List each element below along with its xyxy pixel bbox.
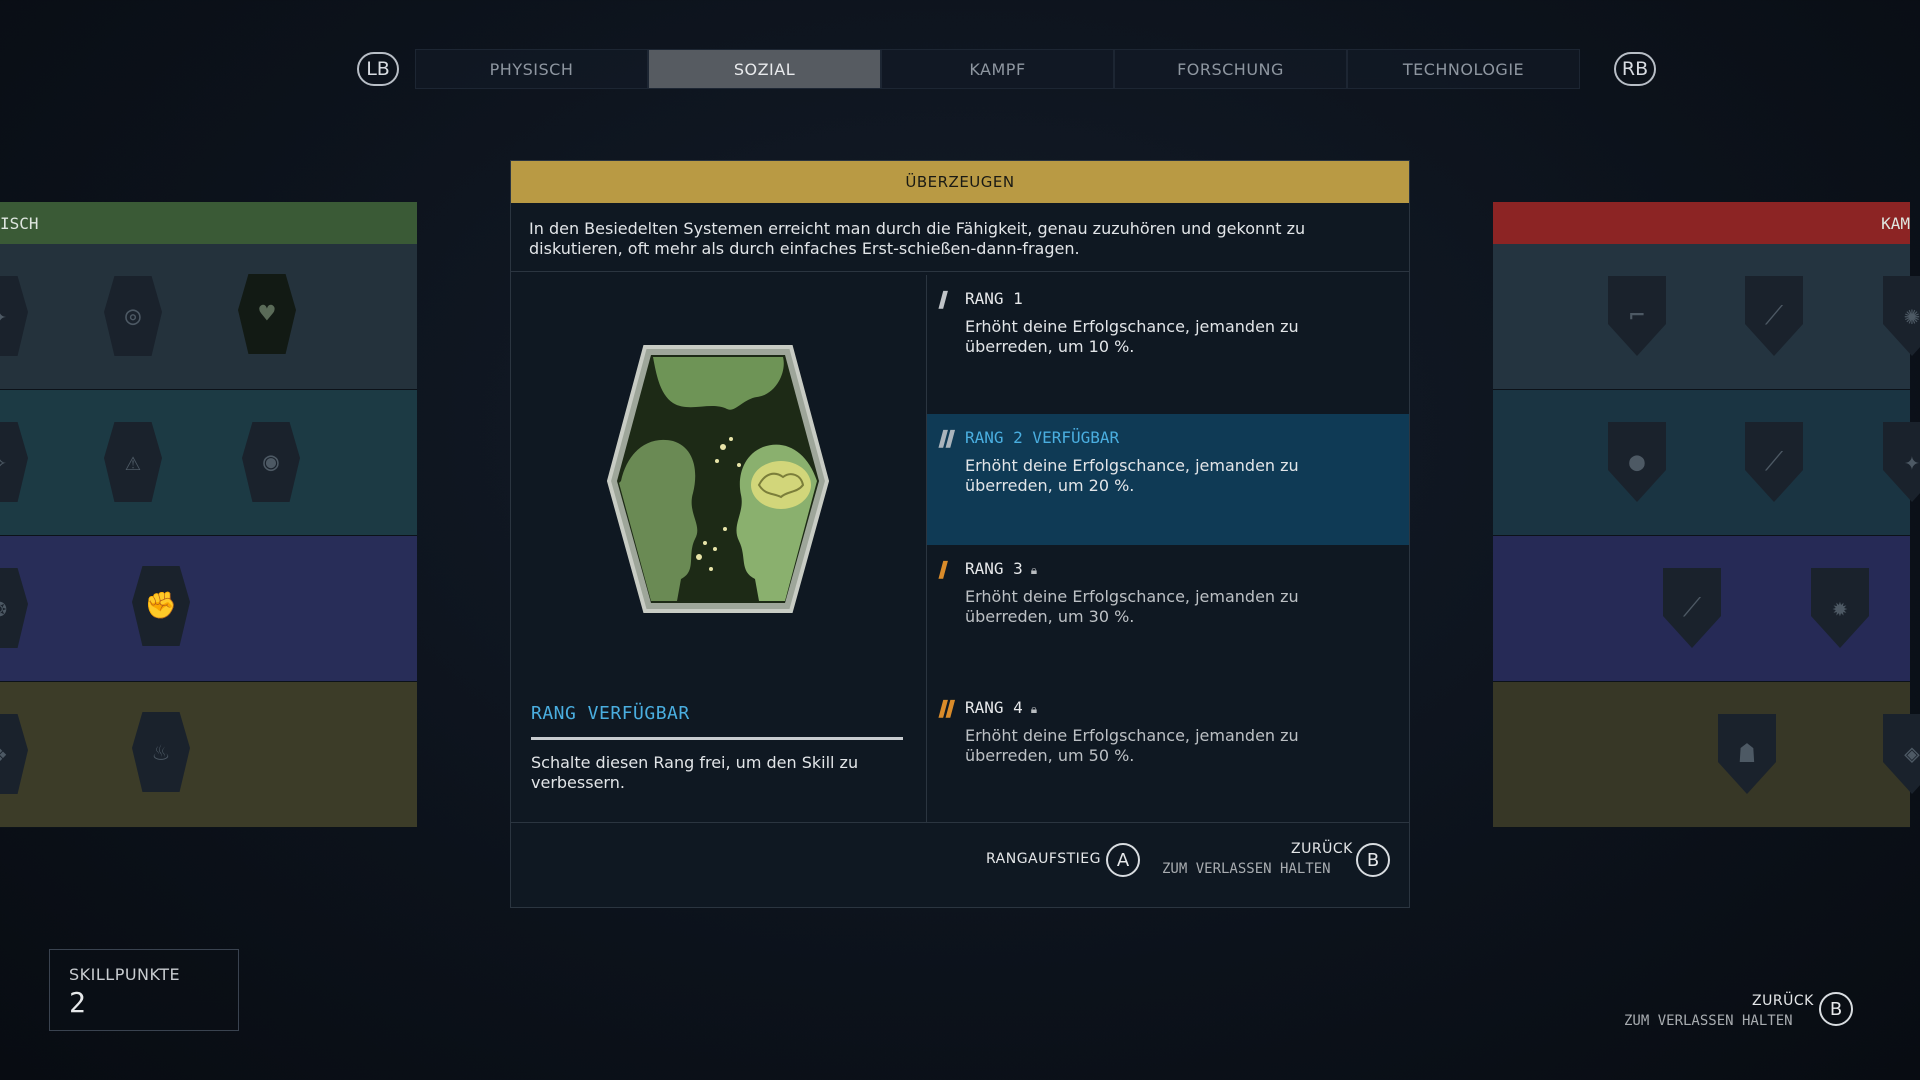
flame-skill-icon[interactable]: ♨ bbox=[132, 712, 190, 792]
explosive-skill-icon[interactable]: ✹ bbox=[1811, 568, 1869, 648]
persuasion-patch-icon bbox=[607, 345, 829, 613]
rank-item-3[interactable]: ▌ RANG 3 🔒︎ Erhöht deine Erfolgschance, j… bbox=[927, 545, 1409, 684]
kampf-skill-panel: KAM ⌐ ⟋ ✺ ● ⟋ ✦ ⟋ ✹ ☗ ◈ bbox=[1493, 202, 1920, 828]
warning-skill-icon[interactable]: ⚠ bbox=[104, 422, 162, 502]
grenade-skill-icon[interactable]: ● bbox=[1608, 422, 1666, 502]
lock-icon: 🔒︎ bbox=[1030, 702, 1038, 716]
skill-preview: RANG VERFÜGBAR Schalte diesen Rang frei,… bbox=[511, 275, 927, 822]
skill-category-tabs: PHYSISCH SOZIAL KAMPF FORSCHUNG TECHNOLO… bbox=[415, 49, 1580, 89]
skillpoints-box: SKILLPUNKTE 2 bbox=[49, 949, 239, 1031]
bottom-b-button-icon[interactable]: B bbox=[1819, 992, 1853, 1026]
rifle-skill-icon[interactable]: ⟋ bbox=[1745, 276, 1803, 356]
rank-available-title: RANG VERFÜGBAR bbox=[531, 703, 690, 724]
dialog-title: ÜBERZEUGEN bbox=[511, 161, 1409, 203]
skill-badge-icon[interactable]: ❂ bbox=[0, 568, 28, 648]
rank-available-text: Schalte diesen Rang frei, um den Skill z… bbox=[531, 753, 859, 792]
heart-skill-icon[interactable]: ♥ bbox=[238, 274, 296, 354]
tab-technologie[interactable]: TECHNOLOGIE bbox=[1347, 49, 1580, 89]
rank-name: RANG 3 bbox=[965, 559, 1023, 578]
tab-physisch[interactable]: PHYSISCH bbox=[415, 49, 648, 89]
knife-skill-icon[interactable]: ⟋ bbox=[1745, 422, 1803, 502]
skill-row: ✧ ⚠ ◉ bbox=[0, 390, 417, 536]
rank-name-wrap: RANG 4 🔒︎ bbox=[965, 698, 1037, 717]
skill-badge-icon[interactable]: ❖ bbox=[0, 714, 28, 794]
back-label: ZURÜCK bbox=[1291, 841, 1353, 857]
rank-bar-icon: ▌ bbox=[938, 291, 951, 309]
dialog-footer: RANGAUFSTIEG A ZURÜCK ZUM VERLASSEN HALT… bbox=[511, 823, 1409, 907]
rb-button[interactable]: RB bbox=[1614, 52, 1656, 86]
skill-detail-dialog: ÜBERZEUGEN In den Besiedelten Systemen e… bbox=[510, 160, 1410, 908]
divider bbox=[531, 737, 903, 740]
rank-item-1[interactable]: ▌ RANG 1 Erhöht deine Erfolgschance, jem… bbox=[927, 275, 1409, 414]
skill-row: ⌐ ⟋ ✺ bbox=[1493, 244, 1920, 390]
rank-name: RANG 1 bbox=[965, 289, 1023, 308]
eye-skill-icon[interactable]: ◉ bbox=[242, 422, 300, 502]
kampf-panel-header: KAM bbox=[1493, 202, 1910, 244]
skill-row: ✦ ◎ ♥ bbox=[0, 244, 417, 390]
skill-row: ● ⟋ ✦ bbox=[1493, 390, 1920, 536]
armor-skill-icon[interactable]: ◈ bbox=[1883, 714, 1920, 794]
pistol-skill-icon[interactable]: ⌐ bbox=[1608, 276, 1666, 356]
skill-badge-icon[interactable]: ✦ bbox=[0, 276, 28, 356]
sniper-skill-icon[interactable]: ⟋ bbox=[1663, 568, 1721, 648]
rank-description: Erhöht deine Erfolgschance, jemanden zu … bbox=[965, 726, 1299, 765]
skill-row: ☗ ◈ bbox=[1493, 682, 1920, 828]
rank-name: RANG 2 VERFÜGBAR bbox=[965, 428, 1120, 447]
skill-row: ❂ ✊ bbox=[0, 536, 417, 682]
skill-badge-icon[interactable]: ✧ bbox=[0, 422, 28, 502]
rank-name-wrap: RANG 3 🔒︎ bbox=[965, 559, 1037, 578]
tab-forschung[interactable]: FORSCHUNG bbox=[1114, 49, 1347, 89]
rank-list: ▌ RANG 1 Erhöht deine Erfolgschance, jem… bbox=[927, 275, 1409, 822]
sun-skill-icon[interactable]: ✺ bbox=[1883, 276, 1920, 356]
a-button-icon[interactable]: A bbox=[1106, 843, 1140, 877]
physisch-panel-header: ISCH bbox=[0, 202, 417, 244]
rank-bar-icon: ▌▌ bbox=[938, 700, 958, 718]
star-skill-icon[interactable]: ✦ bbox=[1883, 422, 1920, 502]
skill-row: ⟋ ✹ bbox=[1493, 536, 1910, 682]
rank-description: Erhöht deine Erfolgschance, jemanden zu … bbox=[965, 317, 1299, 356]
back-hold-hint: ZUM VERLASSEN HALTEN bbox=[1162, 861, 1331, 877]
rank-item-4[interactable]: ▌▌ RANG 4 🔒︎ Erhöht deine Erfolgschance, … bbox=[927, 684, 1409, 821]
bottom-back-label: ZURÜCK bbox=[1752, 993, 1814, 1009]
dialog-body: RANG VERFÜGBAR Schalte diesen Rang frei,… bbox=[511, 275, 1409, 823]
lb-button[interactable]: LB bbox=[357, 52, 399, 86]
physisch-skill-panel: ISCH ✦ ◎ ♥ ✧ ⚠ ◉ ❂ ✊ ❖ ♨ bbox=[0, 202, 417, 828]
tab-sozial[interactable]: SOZIAL bbox=[648, 49, 881, 89]
tab-kampf[interactable]: KAMPF bbox=[881, 49, 1114, 89]
skill-description: In den Besiedelten Systemen erreicht man… bbox=[511, 203, 1409, 272]
b-button-icon[interactable]: B bbox=[1356, 843, 1390, 877]
lock-icon: 🔒︎ bbox=[1030, 563, 1038, 577]
skill-badge-icon[interactable]: ◎ bbox=[104, 276, 162, 356]
skillpoints-value: 2 bbox=[69, 986, 86, 1019]
rank-item-2[interactable]: ▌▌ RANG 2 VERFÜGBAR Erhöht deine Erfolgs… bbox=[927, 414, 1409, 545]
rank-bar-icon: ▌▌ bbox=[938, 430, 958, 448]
rank-bar-icon: ▌ bbox=[938, 561, 951, 579]
skillpoints-label: SKILLPUNKTE bbox=[69, 965, 181, 984]
skill-row: ❖ ♨ bbox=[0, 682, 417, 828]
creature-skill-icon[interactable]: ☗ bbox=[1718, 714, 1776, 794]
fist-skill-icon[interactable]: ✊ bbox=[132, 566, 190, 646]
bottom-back-hold-hint: ZUM VERLASSEN HALTEN bbox=[1624, 1013, 1793, 1029]
rank-name: RANG 4 bbox=[965, 698, 1023, 717]
rank-description: Erhöht deine Erfolgschance, jemanden zu … bbox=[965, 456, 1299, 495]
rankup-label: RANGAUFSTIEG bbox=[986, 851, 1101, 867]
rank-description: Erhöht deine Erfolgschance, jemanden zu … bbox=[965, 587, 1299, 626]
